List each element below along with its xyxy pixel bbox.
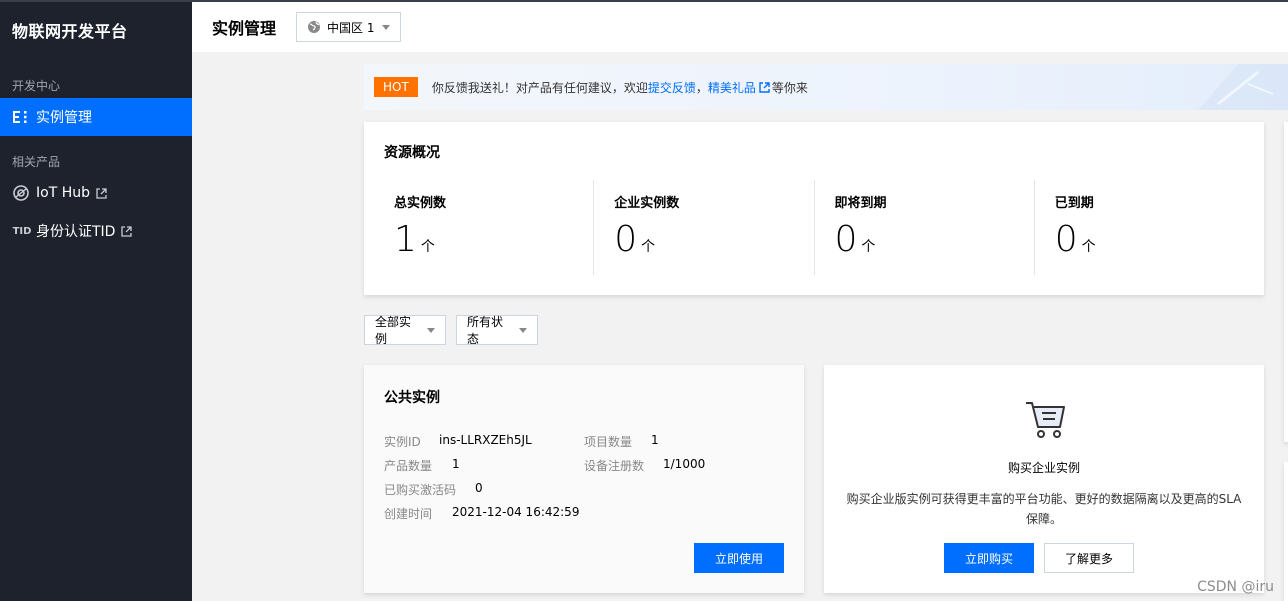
- resource-overview-card: 资源概况 总实例数 1 个 企业实例数 0 个 即将到期 0 个 已到期 0 个: [364, 122, 1264, 295]
- side-panel-edge: [1284, 122, 1288, 442]
- iot-hub-icon: [12, 184, 30, 202]
- sidebar-item-instance-management[interactable]: 实例管理: [0, 98, 192, 136]
- field-value: 1/1000: [663, 457, 706, 471]
- field-value: 2021-12-04 16:42:59: [452, 505, 580, 519]
- chevron-down-icon: [427, 327, 435, 333]
- field-label: 创建时间: [384, 507, 433, 521]
- stat-unit: 个: [641, 239, 656, 255]
- stat-label: 已到期: [1054, 196, 1094, 211]
- stat-label: 即将到期: [834, 196, 887, 211]
- project-count-row: 项目数量 1: [584, 433, 659, 450]
- header: 实例管理 中国区 1: [192, 0, 1288, 52]
- field-value: 1: [452, 457, 460, 471]
- instance-filter-select[interactable]: 全部实例: [364, 315, 446, 346]
- buy-now-button[interactable]: 立即购买: [944, 543, 1034, 573]
- stat-unit: 个: [861, 239, 876, 255]
- sidebar-item-tid[interactable]: TID 身份认证TID: [0, 212, 192, 250]
- stat-value: 0: [1054, 219, 1078, 260]
- notice-text-main: 你反馈我送礼！对产品有任何建议，欢迎: [431, 80, 648, 95]
- filter-label: 全部实例: [375, 315, 412, 346]
- overview-title: 资源概况: [384, 145, 440, 161]
- side-panel-edge: [1284, 462, 1288, 601]
- status-filter-select[interactable]: 所有状态: [456, 315, 538, 346]
- sidebar: 物联网开发平台 开发中心 实例管理 相关产品 IoT Hub TID 身份认证T…: [0, 0, 192, 601]
- sidebar-item-label: IoT Hub: [36, 185, 90, 201]
- buy-card-description: 购买企业版实例可获得更丰富的平台功能、更好的数据隔离以及更高的SLA保障。: [846, 492, 1242, 526]
- sidebar-item-label: 身份认证TID: [36, 224, 116, 240]
- stat-value: 0: [614, 219, 638, 260]
- field-label: 设备注册数: [584, 459, 645, 473]
- buy-card-title: 购买企业实例: [1007, 461, 1080, 475]
- tid-icon: TID: [12, 225, 32, 237]
- stat-label: 总实例数: [394, 196, 447, 211]
- stat-value-group: 0 个: [614, 219, 813, 260]
- sidebar-item-iot-hub[interactable]: IoT Hub: [0, 174, 192, 212]
- card-title: 公共实例: [384, 390, 440, 406]
- external-link-icon: [121, 225, 133, 237]
- stat-unit: 个: [1081, 239, 1096, 255]
- public-instance-card[interactable]: 公共实例 实例ID ins-LLRXZEh5JL 项目数量 1 产品数量 1 设…: [364, 365, 804, 593]
- stat-value-group: 1 个: [394, 219, 593, 260]
- region-label: 中国区 1: [327, 20, 375, 35]
- feedback-link[interactable]: 提交反馈: [648, 79, 696, 96]
- field-value: 1: [651, 433, 659, 447]
- device-registration-row: 设备注册数 1/1000: [584, 457, 705, 474]
- field-value: 0: [475, 481, 483, 495]
- field-label: 已购买激活码: [384, 483, 457, 497]
- product-count-row: 产品数量 1: [384, 457, 460, 474]
- stat-expired: 已到期 0 个: [1035, 180, 1254, 275]
- group-title-dev-center: 开发中心: [12, 79, 61, 93]
- external-link-icon: [759, 81, 770, 93]
- instance-id-row: 实例ID ins-LLRXZEh5JL: [384, 433, 532, 450]
- external-link-icon: [96, 187, 107, 199]
- globe-icon: [307, 20, 321, 34]
- field-label: 项目数量: [584, 435, 633, 449]
- stat-expiring-soon: 即将到期 0 个: [815, 180, 1035, 275]
- list-icon: [12, 108, 30, 126]
- group-title-related: 相关产品: [12, 155, 61, 169]
- stat-value-group: 0 个: [835, 219, 1034, 260]
- field-value: ins-LLRXZEh5JL: [439, 433, 532, 447]
- hot-badge: HOT: [374, 77, 418, 97]
- stats-row: 总实例数 1 个 企业实例数 0 个 即将到期 0 个 已到期 0 个: [374, 180, 1254, 275]
- stat-value: 0: [834, 219, 858, 260]
- decoration-graphic: [1198, 64, 1288, 110]
- stat-enterprise-instances: 企业实例数 0 个: [594, 180, 815, 275]
- brand-title: 物联网开发平台: [12, 22, 128, 41]
- announcement-bar: HOT 你反馈我送礼！对产品有任何建议，欢迎 提交反馈 ， 精美礼品 等你来: [364, 64, 1288, 110]
- shopping-cart-icon: [1026, 402, 1065, 438]
- sidebar-item-label: 实例管理: [36, 110, 92, 126]
- field-label: 产品数量: [384, 459, 433, 473]
- created-time-row: 创建时间 2021-12-04 16:42:59: [384, 505, 579, 522]
- watermark: CSDN @iru: [1197, 579, 1274, 595]
- gift-link[interactable]: 精美礼品: [708, 79, 756, 96]
- field-label: 实例ID: [384, 435, 421, 449]
- stat-label: 企业实例数: [614, 196, 680, 211]
- page-title: 实例管理: [212, 19, 277, 38]
- notice-tail: 等你来: [771, 80, 808, 95]
- stat-total-instances: 总实例数 1 个: [374, 180, 595, 275]
- use-now-button[interactable]: 立即使用: [694, 543, 784, 573]
- announcement-text: 你反馈我送礼！对产品有任何建议，欢迎 提交反馈 ， 精美礼品 等你来: [432, 79, 808, 96]
- buy-enterprise-card: 购买企业实例 购买企业版实例可获得更丰富的平台功能、更好的数据隔离以及更高的SL…: [824, 365, 1264, 593]
- stat-value: 1: [394, 219, 417, 260]
- learn-more-button[interactable]: 了解更多: [1044, 543, 1134, 573]
- activation-code-row: 已购买激活码 0: [384, 481, 483, 498]
- region-select[interactable]: 中国区 1: [296, 12, 402, 42]
- stat-unit: 个: [420, 239, 435, 255]
- notice-separator: ，: [695, 80, 708, 95]
- filter-label: 所有状态: [467, 315, 504, 346]
- stat-value-group: 0 个: [1055, 219, 1254, 260]
- chevron-down-icon: [519, 327, 527, 333]
- chevron-down-icon: [382, 24, 391, 30]
